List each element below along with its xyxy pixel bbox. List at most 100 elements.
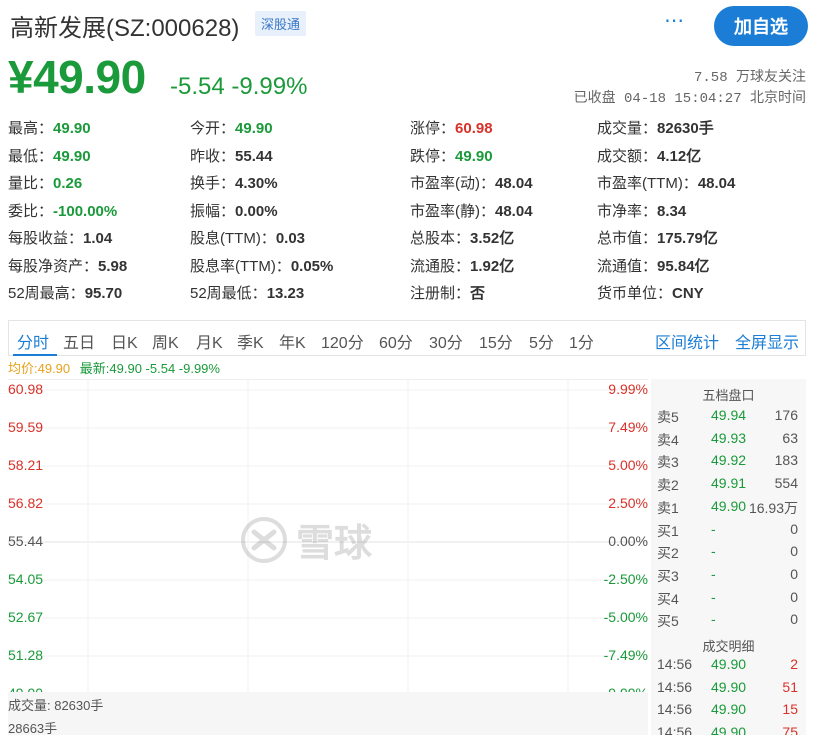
stat-item: 市盈率(TTM)：48.04 bbox=[597, 172, 735, 193]
stat-label: 量比： bbox=[8, 175, 54, 192]
trade-price: 49.90 bbox=[711, 723, 747, 735]
stat-label: 今开： bbox=[190, 120, 236, 137]
bid-row: 买3 - 0 bbox=[651, 566, 806, 588]
level-price: - bbox=[711, 611, 716, 628]
bid-row: 买4 - 0 bbox=[651, 589, 806, 611]
stat-value: 49.90 bbox=[53, 147, 91, 165]
stat-value: 0.05% bbox=[290, 257, 334, 275]
stat-label: 市盈率(静)： bbox=[410, 202, 495, 220]
tab-6[interactable]: 年K bbox=[279, 329, 306, 353]
stat-value: 4.30% bbox=[235, 175, 278, 192]
trade-price: 49.90 bbox=[711, 678, 747, 695]
y-axis-right-label: -2.50% bbox=[603, 571, 648, 587]
stat-item: 委比：-100.00% bbox=[8, 200, 117, 221]
stat-label: 流通股： bbox=[410, 257, 471, 275]
stat-item: 总市值：175.79亿 bbox=[597, 227, 718, 248]
tab-9[interactable]: 30分 bbox=[429, 329, 463, 353]
level-label: 买5 bbox=[657, 613, 679, 630]
tab-8[interactable]: 60分 bbox=[379, 329, 413, 353]
level-volume: 0 bbox=[790, 611, 798, 628]
chart-legend: 均价:49.90 最新:49.90 -5.54 -9.99% bbox=[8, 358, 226, 377]
tab-3[interactable]: 周K bbox=[152, 329, 179, 353]
level-volume: 16.93万 bbox=[748, 499, 798, 516]
bid-row: 买1 - 0 bbox=[651, 521, 806, 543]
stat-item: 振幅：0.00% bbox=[190, 200, 278, 221]
trade-volume: 2 bbox=[790, 656, 798, 672]
stat-value: 49.90 bbox=[53, 120, 91, 137]
level-volume: 63 bbox=[782, 429, 798, 446]
level-label: 卖1 bbox=[657, 499, 679, 516]
stat-label: 最高： bbox=[8, 120, 54, 137]
volume-panel bbox=[8, 692, 648, 735]
page-title: 高新发展(SZ:000628) bbox=[10, 15, 240, 42]
stat-value: 5.98 bbox=[98, 257, 128, 275]
stat-item: 股息率(TTM)：0.05% bbox=[190, 255, 333, 276]
tab-11[interactable]: 5分 bbox=[529, 329, 554, 353]
ask-row: 卖5 49.94 176 bbox=[651, 407, 806, 429]
stat-item: 市盈率(动)：48.04 bbox=[410, 172, 533, 193]
watermark: 雪球 bbox=[240, 512, 372, 567]
stat-label: 委比： bbox=[8, 202, 54, 220]
y-axis-right-label: 7.49% bbox=[608, 419, 648, 435]
tab-12[interactable]: 1分 bbox=[569, 329, 594, 353]
y-axis-right-label: 9.99% bbox=[608, 381, 648, 397]
y-axis-right-label: 0.00% bbox=[608, 533, 648, 549]
stat-item: 成交量：82630手 bbox=[597, 117, 714, 138]
level-label: 卖5 bbox=[657, 409, 679, 425]
bid-row: 买2 - 0 bbox=[651, 543, 806, 565]
stat-label: 成交量： bbox=[597, 120, 658, 137]
level-price: 49.92 bbox=[711, 452, 747, 469]
stat-value: 0.03 bbox=[275, 230, 306, 247]
stat-item: 股息(TTM)：0.03 bbox=[190, 227, 305, 248]
level-price: 49.94 bbox=[711, 407, 747, 423]
stat-label: 市净率： bbox=[597, 202, 658, 220]
trade-volume: 75 bbox=[782, 723, 798, 735]
tab-1[interactable]: 五日 bbox=[63, 329, 95, 353]
stat-label: 每股净资产： bbox=[8, 257, 99, 275]
trade-row: 14:56 49.90 15 bbox=[651, 701, 806, 723]
level-label: 买4 bbox=[657, 590, 679, 607]
fullscreen-link[interactable]: 全屏显示 bbox=[735, 329, 799, 353]
stat-label: 市盈率(动)： bbox=[410, 175, 495, 192]
stat-label: 跌停： bbox=[410, 147, 456, 165]
trade-time: 14:56 bbox=[657, 678, 693, 695]
level-volume: 183 bbox=[774, 452, 798, 469]
stat-item: 每股净资产：5.98 bbox=[8, 255, 127, 276]
chart-tabs: 分时 五日 日K 周K 月K 季K 年K 120分 60分 30分 15分 5分 1分 区间统计 全屏显… bbox=[8, 320, 806, 356]
stat-item: 每股收益：1.04 bbox=[8, 227, 112, 248]
add-watchlist-button[interactable]: 加自选 bbox=[714, 6, 808, 46]
tab-2[interactable]: 日K bbox=[111, 329, 138, 353]
y-axis-left-label: 58.21 bbox=[8, 457, 44, 473]
ellipsis-icon[interactable]: ⋯ bbox=[664, 8, 685, 33]
stat-value: 1.04 bbox=[83, 230, 113, 247]
stat-label: 涨停： bbox=[410, 120, 456, 137]
stat-value: 55.44 bbox=[235, 147, 273, 165]
trades-title: 成交明细 bbox=[702, 639, 755, 654]
stat-value: 82630手 bbox=[657, 120, 714, 137]
stat-label: 振幅： bbox=[190, 202, 236, 220]
range-stats-link[interactable]: 区间统计 bbox=[655, 329, 719, 353]
ask-row: 卖3 49.92 183 bbox=[651, 452, 806, 474]
stat-value: 0.00% bbox=[235, 202, 278, 220]
change-percent: -9.99% bbox=[231, 73, 308, 100]
tab-5[interactable]: 季K bbox=[237, 329, 264, 353]
tab-0[interactable]: 分时 bbox=[17, 329, 49, 353]
tab-7[interactable]: 120分 bbox=[321, 329, 364, 353]
market-badge[interactable]: 深股通 bbox=[255, 11, 307, 36]
stat-label: 换手： bbox=[190, 175, 236, 192]
market-status: 已收盘 04-18 15:04:27 北京时间 bbox=[573, 91, 806, 107]
stat-label: 市盈率(TTM)： bbox=[597, 175, 698, 192]
stat-value: 3.52亿 bbox=[470, 230, 515, 247]
stat-item: 52周最高：95.70 bbox=[8, 282, 122, 303]
stat-value: 1.92亿 bbox=[470, 257, 515, 275]
trade-time: 14:56 bbox=[657, 723, 693, 735]
stat-value: 4.12亿 bbox=[657, 147, 702, 165]
tab-4[interactable]: 月K bbox=[196, 329, 223, 353]
level-volume: 0 bbox=[790, 588, 798, 605]
stat-label: 52周最高： bbox=[8, 285, 85, 302]
stat-value: 95.70 bbox=[84, 285, 123, 302]
y-axis-left-label: 51.28 bbox=[8, 647, 44, 663]
tab-10[interactable]: 15分 bbox=[479, 329, 513, 353]
trade-row: 14:56 49.90 2 bbox=[651, 656, 806, 678]
stat-item: 市净率：8.34 bbox=[597, 200, 686, 221]
